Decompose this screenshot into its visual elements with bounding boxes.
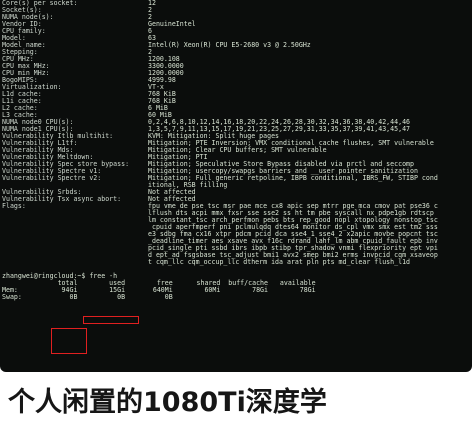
terminal-line: Stepping: 2 [2,49,438,56]
terminal-line: Model name: Intel(R) Xeon(R) CPU E5-2680 … [2,42,438,49]
terminal-line: Virtualization: VT-x [2,84,438,91]
info-key [2,231,148,238]
info-key [2,210,148,217]
terminal-line: Vendor ID: GenuineIntel [2,21,438,28]
info-value: GenuineIntel [148,20,196,28]
terminal-line: Core(s) per socket: 12 [2,0,438,7]
terminal-output: Core(s) per socket: 12 Socket(s): 2 NUMA nod… [2,0,438,301]
terminal-line: Socket(s): 2 [2,7,438,14]
info-key [2,217,148,224]
terminal-line: Swap: 0B 0B 0B [2,294,438,301]
terminal-line: L1i cache: 768 KiB [2,98,438,105]
free-swap-line: Swap: 0B 0B 0B [2,293,173,301]
terminal-line: L1d cache: 768 KiB [2,91,438,98]
terminal-line: L2 cache: 6 MiB [2,105,438,112]
terminal-line: CPU max MHz: 3300.0000 [2,63,438,70]
info-key [2,252,148,259]
terminal-line: NUMA node(s): 2 [2,14,438,21]
info-key [2,259,148,266]
info-key: Flags: [2,202,26,210]
info-key [2,245,148,252]
info-value: Intel(R) Xeon(R) CPU E5-2680 v3 @ 2.50GH… [148,41,311,49]
total-memory-highlight [51,328,87,354]
info-key [2,238,148,245]
terminal-line: CPU MHz: 1200.108 [2,56,438,63]
terminal-line: CPU min MHz: 1200.0000 [2,70,438,77]
terminal-window[interactable]: Core(s) per socket: 12 Socket(s): 2 NUMA nod… [0,0,472,372]
info-key [2,224,148,231]
terminal-line: BogoMIPS: 4999.98 [2,77,438,84]
info-key: Vulnerability Spectre v2: [2,174,102,182]
terminal-line: CPU family: 6 [2,28,438,35]
free-command-highlight [83,316,139,324]
article-title: 个人闲置的1080Ti深度学 [8,387,327,418]
info-value: t cqm_llc cqm_occup_llc dtherm ida arat … [148,258,411,266]
terminal-line: t cqm_llc cqm_occup_llc dtherm ida arat … [2,259,438,266]
